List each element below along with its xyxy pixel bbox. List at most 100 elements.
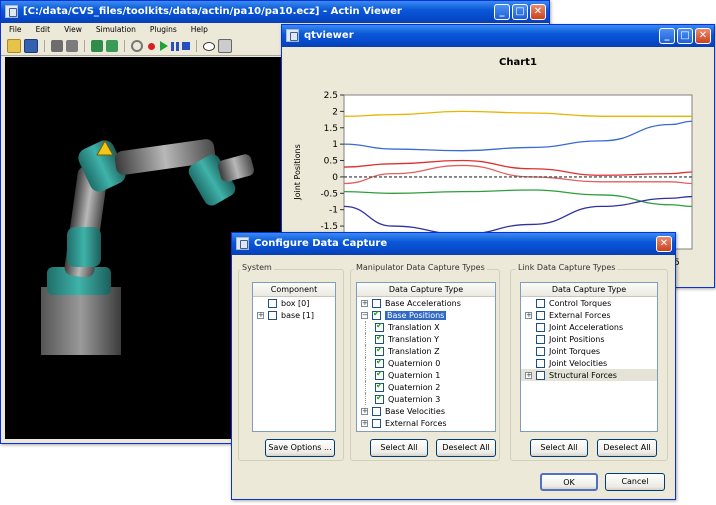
save-icon[interactable] [24,39,38,53]
manipulator-type-list: Data Capture Type + Base Accelerations − Ba… [356,282,496,432]
toolbar-separator [44,40,45,52]
manip-row[interactable]: + External Forces [357,417,495,429]
system-row[interactable]: box [0] [253,297,335,309]
qtviewer-titlebar[interactable]: qtviewer _ □ ✕ [282,25,714,47]
checkbox[interactable] [372,298,381,308]
checkbox[interactable] [375,333,384,344]
expand-icon[interactable]: + [525,311,532,319]
menu-plugins[interactable]: Plugins [150,23,177,37]
save-options-button[interactable]: Save Options ... [265,439,335,457]
expand-icon[interactable]: + [361,299,368,307]
link-row[interactable]: Joint Torques [521,345,657,357]
link-item-label: External Forces [549,310,611,320]
menu-view[interactable]: View [64,23,82,37]
link-row[interactable]: Joint Positions [521,333,657,345]
record-icon[interactable] [148,42,155,50]
y-tick-label: -1 [329,206,338,216]
checkbox[interactable] [536,334,545,344]
menu-help[interactable]: Help [191,23,208,37]
checkbox[interactable] [375,393,384,404]
system-item-label: box [0] [281,298,310,308]
link-item-label: Structural Forces [549,370,617,380]
component-header[interactable]: Component [253,283,335,297]
link-row[interactable]: + Structural Forces [521,369,657,381]
actin-viewer-title: [C:/data/CVS_files/toolkits/data/actin/p… [23,6,402,17]
checkbox[interactable] [536,358,545,368]
checkbox[interactable] [268,310,277,320]
link-select-all-button[interactable]: Select All [530,439,588,457]
checkbox[interactable] [372,418,381,428]
expand-icon[interactable]: + [361,419,368,427]
checkbox[interactable] [372,309,381,320]
collapse-icon[interactable]: − [361,311,368,319]
robot-base [41,287,121,355]
link-row[interactable]: Joint Velocities [521,357,657,369]
checkbox[interactable] [536,322,545,332]
component-list: Component box [0] + base [1] [252,282,336,432]
checkbox[interactable] [375,321,384,332]
manip-row[interactable]: Quaternion 0 [357,357,495,369]
robot-alt-icon[interactable] [66,40,78,52]
play-icon[interactable] [160,41,168,51]
manip-row[interactable]: Translation Z [357,345,495,357]
eye-icon[interactable] [203,41,215,51]
link-deselect-all-button[interactable]: Deselect All [597,439,657,457]
manipulator-type-header[interactable]: Data Capture Type [357,283,495,297]
expand-icon[interactable]: + [525,371,532,379]
checkbox[interactable] [375,345,384,356]
close-button[interactable]: ✕ [656,236,672,252]
manip-row[interactable]: Translation Y [357,333,495,345]
menu-file[interactable]: File [9,23,22,37]
open-icon[interactable] [7,39,21,53]
minimize-button[interactable]: _ [494,4,510,20]
y-tick-label: 1 [332,140,338,150]
manipulator-deselect-all-button[interactable]: Deselect All [436,439,496,457]
link-row[interactable]: Control Torques [521,297,657,309]
manip-row[interactable]: Quaternion 3 [357,393,495,405]
manip-row[interactable]: Quaternion 1 [357,369,495,381]
reload-icon[interactable] [91,40,103,52]
pause-icon[interactable] [171,41,179,51]
robot-icon[interactable] [51,40,63,52]
reset-icon[interactable] [131,40,143,52]
checkbox[interactable] [536,310,545,320]
checkbox[interactable] [268,298,277,308]
manip-item-label: Base Positions [385,310,447,320]
manipulator-select-all-button[interactable]: Select All [370,439,428,457]
link-row[interactable]: Joint Accelerations [521,321,657,333]
checkbox[interactable] [536,370,545,380]
close-button[interactable]: ✕ [695,28,711,44]
camera-icon[interactable] [218,39,232,53]
checkbox[interactable] [372,406,381,416]
dialog-titlebar[interactable]: Configure Data Capture ✕ [232,233,675,255]
system-row[interactable]: + base [1] [253,309,335,321]
stop-icon[interactable] [182,42,190,50]
checkbox[interactable] [375,357,384,368]
maximize-button[interactable]: □ [677,28,693,44]
cancel-button[interactable]: Cancel [605,473,665,491]
y-tick-label: -0.5 [320,189,338,199]
minimize-button[interactable]: _ [659,28,675,44]
checkbox[interactable] [375,381,384,392]
link-item-label: Control Torques [549,298,612,308]
checkbox[interactable] [536,346,545,356]
manip-row[interactable]: + Base Velocities [357,405,495,417]
ok-button[interactable]: OK [540,473,598,491]
expand-icon[interactable]: + [361,407,368,415]
close-button[interactable]: ✕ [530,4,546,20]
checkbox[interactable] [375,369,384,380]
checkbox[interactable] [536,298,545,308]
manip-row[interactable]: + Base Accelerations [357,297,495,309]
expand-icon[interactable]: + [257,311,264,319]
link-type-header[interactable]: Data Capture Type [521,283,657,297]
link-row[interactable]: + External Forces [521,309,657,321]
manip-row[interactable]: − Base Positions [357,309,495,321]
menu-edit[interactable]: Edit [36,23,51,37]
menu-simulation[interactable]: Simulation [96,23,136,37]
manip-row[interactable]: Quaternion 2 [357,381,495,393]
actin-viewer-titlebar[interactable]: [C:/data/CVS_files/toolkits/data/actin/p… [1,1,549,23]
y-tick-label: -1.5 [320,222,338,232]
reload-alt-icon[interactable] [106,40,118,52]
maximize-button[interactable]: □ [512,4,528,20]
manip-row[interactable]: Translation X [357,321,495,333]
